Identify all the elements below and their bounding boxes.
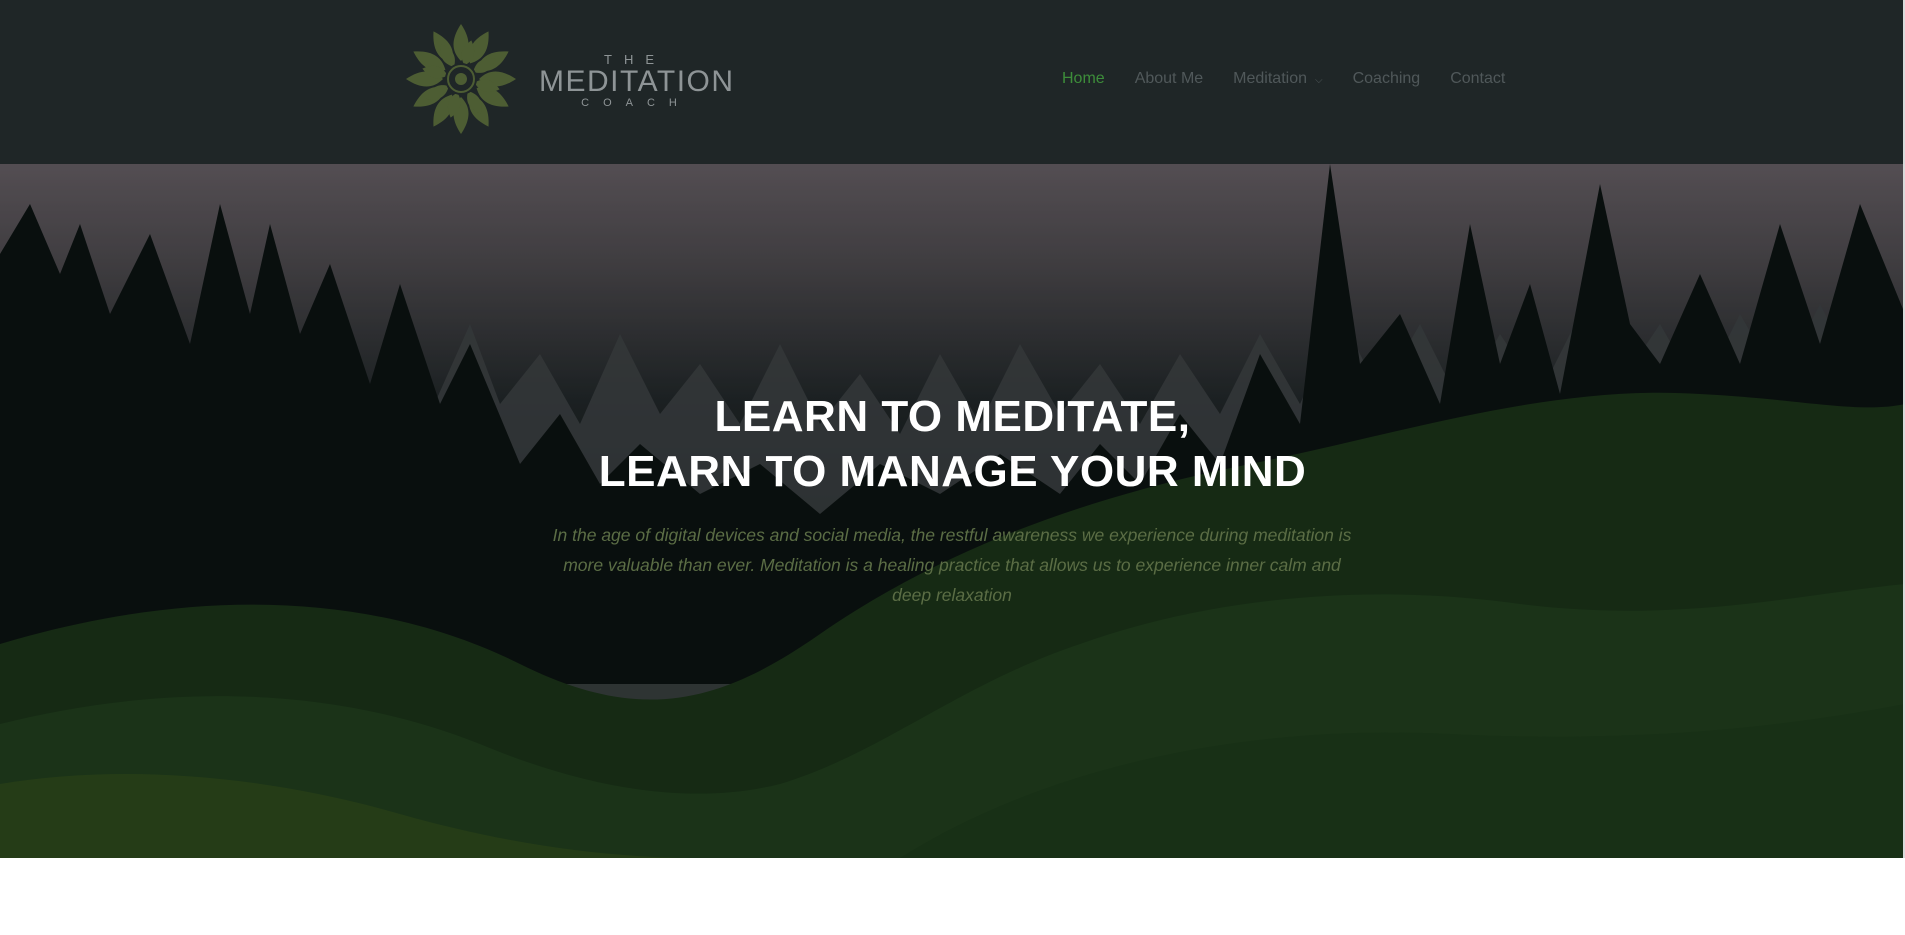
logo-line-meditation: MEDITATION [539,65,735,98]
hero-title-line-2: LEARN TO MANAGE YOUR MIND [598,447,1307,496]
logo-wordmark: THE MEDITATION COACH [539,52,735,110]
hero-forest-image [0,164,1905,858]
nav-meditation[interactable]: Meditation ⌵ [1233,70,1322,88]
main-nav: Home About Me Meditation ⌵ Coaching Conta… [1062,70,1505,88]
chevron-down-icon: ⌵ [1315,75,1323,86]
lotus-mandala-icon [406,24,516,134]
nav-about-me[interactable]: About Me [1135,70,1203,88]
site-header: THE MEDITATION COACH Home About Me Medit… [0,0,1905,164]
logo-line-coach: COACH [581,97,691,109]
nav-contact[interactable]: Contact [1450,70,1505,88]
nav-meditation-label: Meditation [1233,70,1307,87]
hero-section: LEARN TO MEDITATE, LEARN TO MANAGE YOUR … [0,164,1905,858]
hero-title-line-1: LEARN TO MEDITATE, [714,392,1191,441]
site-logo[interactable]: THE MEDITATION COACH [405,22,733,137]
hero-description: In the age of digital devices and social… [552,525,1352,605]
hero-title: LEARN TO MEDITATE, LEARN TO MANAGE YOUR … [0,389,1905,499]
nav-home[interactable]: Home [1062,70,1105,88]
nav-coaching[interactable]: Coaching [1353,70,1421,88]
